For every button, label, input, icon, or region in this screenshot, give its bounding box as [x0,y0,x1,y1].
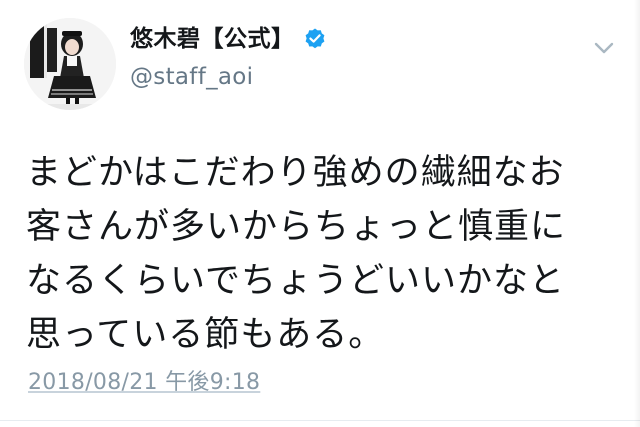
tweet-card: 悠木碧【公式】 @staff_aoi まどかはこだわり強めの繊細なお 客さんが多… [0,0,640,427]
avatar-image [24,18,116,110]
tweet-timestamp[interactable]: 2018/08/21 午後9:18 [28,368,260,398]
tweet-text-line: なるくらいでちょうどいいかなと [26,261,565,301]
avatar[interactable] [24,18,116,110]
chevron-down-icon [594,42,614,54]
scrollbar-track [634,0,640,427]
tweet-text: まどかはこだわり強めの繊細なお 客さんが多いからちょっと慎重に なるくらいでちょ… [26,146,626,362]
display-name[interactable]: 悠木碧【公式】 [130,22,295,56]
tweet-text-line: 客さんが多いからちょっと慎重に [26,207,567,247]
tweet-text-line: 思っている節もある。 [26,315,385,355]
tweet-header: 悠木碧【公式】 @staff_aoi [130,22,327,92]
verified-badge-icon [303,27,327,51]
display-name-row: 悠木碧【公式】 [130,22,327,56]
user-handle[interactable]: @staff_aoi [130,62,327,92]
tweet-text-line: まどかはこだわり強めの繊細なお [26,153,565,193]
tweet-menu-button[interactable] [590,38,618,58]
divider [0,420,640,421]
